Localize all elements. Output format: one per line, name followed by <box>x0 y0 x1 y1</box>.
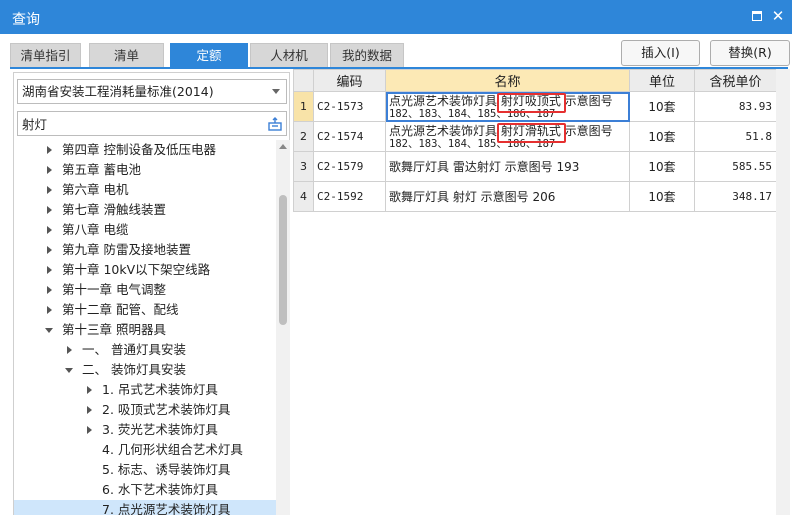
search-scope-icon[interactable] <box>268 117 282 131</box>
name-prefix: 点光源艺术装饰灯具 <box>389 93 501 108</box>
row-name[interactable]: 歌舞厅灯具 雷达射灯 示意图号 193 <box>385 151 630 182</box>
library-select[interactable]: 湖南省安装工程消耗量标准(2014) <box>17 79 287 104</box>
tab-bill-guide[interactable]: 清单指引 <box>10 43 81 67</box>
tab-quota[interactable]: 定额 <box>170 43 248 67</box>
tree-item-chapter-6[interactable]: 第六章 电机 <box>14 180 276 200</box>
tree-item-sub-1[interactable]: 1. 吊式艺术装饰灯具 <box>14 380 276 400</box>
quota-table: 编码 名称 单位 含税单价 1 C2-1573 点光源艺术装饰灯具 射灯吸顶式 … <box>293 69 777 212</box>
table-row[interactable]: 2 C2-1574 点光源艺术装饰灯具 射灯滑轨式 示意图号 182、183、1… <box>293 121 777 152</box>
row-price[interactable]: 83.93 <box>694 91 777 122</box>
tab-my-data[interactable]: 我的数据 <box>330 43 404 67</box>
row-number: 3 <box>293 151 314 182</box>
tree-item-chapter-12[interactable]: 第十二章 配管、配线 <box>14 300 276 320</box>
search-input[interactable] <box>18 112 258 135</box>
caret-right-icon[interactable] <box>47 266 52 274</box>
scroll-up-icon[interactable] <box>279 144 287 149</box>
tab-labor-material[interactable]: 人材机 <box>250 43 328 67</box>
row-code[interactable]: C2-1574 <box>313 121 386 152</box>
row-price[interactable]: 585.55 <box>694 151 777 182</box>
name-prefix: 点光源艺术装饰灯具 <box>389 123 501 138</box>
chevron-down-icon <box>272 89 280 94</box>
row-name[interactable]: 点光源艺术装饰灯具 射灯吸顶式 示意图号 182、183、184、185、186… <box>385 91 630 122</box>
search-box <box>17 111 287 136</box>
highlight-box <box>497 93 566 113</box>
name-suffix: 示意图号 <box>560 123 613 138</box>
tree-item-section-1[interactable]: 一、 普通灯具安装 <box>14 340 276 360</box>
tree-item-section-2[interactable]: 二、 装饰灯具安装 <box>14 360 276 380</box>
tree-item-chapter-9[interactable]: 第九章 防雷及接地装置 <box>14 240 276 260</box>
caret-right-icon[interactable] <box>47 286 52 294</box>
row-code[interactable]: C2-1592 <box>313 181 386 212</box>
caret-down-icon[interactable] <box>65 368 73 373</box>
chapter-tree: 第四章 控制设备及低压电器 第五章 蓄电池 第六章 电机 第七章 滑触线装置 第… <box>14 140 276 515</box>
caret-right-icon[interactable] <box>47 146 52 154</box>
library-select-value: 湖南省安装工程消耗量标准(2014) <box>22 84 214 99</box>
table-header: 编码 名称 单位 含税单价 <box>293 69 777 92</box>
title-bar: 查询 ✕ <box>0 0 792 34</box>
row-code[interactable]: C2-1579 <box>313 151 386 182</box>
close-icon[interactable]: ✕ <box>770 8 786 24</box>
row-number: 4 <box>293 181 314 212</box>
highlight-box <box>497 123 566 143</box>
scrollbar-thumb[interactable] <box>279 195 287 325</box>
caret-right-icon[interactable] <box>87 406 92 414</box>
caret-down-icon[interactable] <box>45 328 53 333</box>
left-panel: 湖南省安装工程消耗量标准(2014) 第四章 控制设备及低压电器 第五章 蓄电池… <box>13 72 290 515</box>
tree-item-sub-4[interactable]: 4. 几何形状组合艺术灯具 <box>14 440 276 460</box>
restore-icon[interactable] <box>749 8 765 24</box>
row-number: 1 <box>293 91 314 122</box>
header-name[interactable]: 名称 <box>385 69 630 92</box>
window-title: 查询 <box>12 12 40 28</box>
caret-right-icon[interactable] <box>87 386 92 394</box>
tree-item-sub-6[interactable]: 6. 水下艺术装饰灯具 <box>14 480 276 500</box>
grid-scrollbar[interactable] <box>776 69 790 515</box>
tree-item-sub-2[interactable]: 2. 吸顶式艺术装饰灯具 <box>14 400 276 420</box>
row-code[interactable]: C2-1573 <box>313 91 386 122</box>
row-unit[interactable]: 10套 <box>629 151 695 182</box>
tree-item-sub-3[interactable]: 3. 荧光艺术装饰灯具 <box>14 420 276 440</box>
tree-item-sub-7[interactable]: 7. 点光源艺术装饰灯具 <box>14 500 276 515</box>
caret-right-icon[interactable] <box>47 166 52 174</box>
row-price[interactable]: 51.8 <box>694 121 777 152</box>
tree-item-chapter-7[interactable]: 第七章 滑触线装置 <box>14 200 276 220</box>
table-row[interactable]: 4 C2-1592 歌舞厅灯具 射灯 示意图号 206 10套 348.17 <box>293 181 777 212</box>
tree-item-sub-5[interactable]: 5. 标志、诱导装饰灯具 <box>14 460 276 480</box>
tree-item-chapter-8[interactable]: 第八章 电缆 <box>14 220 276 240</box>
caret-right-icon[interactable] <box>47 186 52 194</box>
tree-item-chapter-11[interactable]: 第十一章 电气调整 <box>14 280 276 300</box>
row-name[interactable]: 歌舞厅灯具 射灯 示意图号 206 <box>385 181 630 212</box>
header-rownum <box>293 69 314 92</box>
caret-right-icon[interactable] <box>87 426 92 434</box>
header-price[interactable]: 含税单价 <box>694 69 777 92</box>
name-suffix: 示意图号 <box>560 93 613 108</box>
row-unit[interactable]: 10套 <box>629 121 695 152</box>
caret-right-icon[interactable] <box>47 306 52 314</box>
row-price[interactable]: 348.17 <box>694 181 777 212</box>
table-row[interactable]: 1 C2-1573 点光源艺术装饰灯具 射灯吸顶式 示意图号 182、183、1… <box>293 91 777 122</box>
tree-scrollbar[interactable] <box>276 140 290 515</box>
header-code[interactable]: 编码 <box>313 69 386 92</box>
tree-item-chapter-5[interactable]: 第五章 蓄电池 <box>14 160 276 180</box>
tree-item-chapter-13[interactable]: 第十三章 照明器具 <box>14 320 276 340</box>
row-unit[interactable]: 10套 <box>629 181 695 212</box>
insert-button[interactable]: 插入(I) <box>621 40 700 66</box>
row-name[interactable]: 点光源艺术装饰灯具 射灯滑轨式 示意图号 182、183、184、185、186… <box>385 121 630 152</box>
caret-right-icon[interactable] <box>47 246 52 254</box>
row-number: 2 <box>293 121 314 152</box>
table-row[interactable]: 3 C2-1579 歌舞厅灯具 雷达射灯 示意图号 193 10套 585.55 <box>293 151 777 182</box>
header-unit[interactable]: 单位 <box>629 69 695 92</box>
row-unit[interactable]: 10套 <box>629 91 695 122</box>
caret-right-icon[interactable] <box>67 346 72 354</box>
tab-bill[interactable]: 清单 <box>89 43 164 67</box>
caret-right-icon[interactable] <box>47 206 52 214</box>
replace-button[interactable]: 替换(R) <box>710 40 790 66</box>
caret-right-icon[interactable] <box>47 226 52 234</box>
tree-item-chapter-10[interactable]: 第十章 10kV以下架空线路 <box>14 260 276 280</box>
tree-item-chapter-4[interactable]: 第四章 控制设备及低压电器 <box>14 140 276 160</box>
